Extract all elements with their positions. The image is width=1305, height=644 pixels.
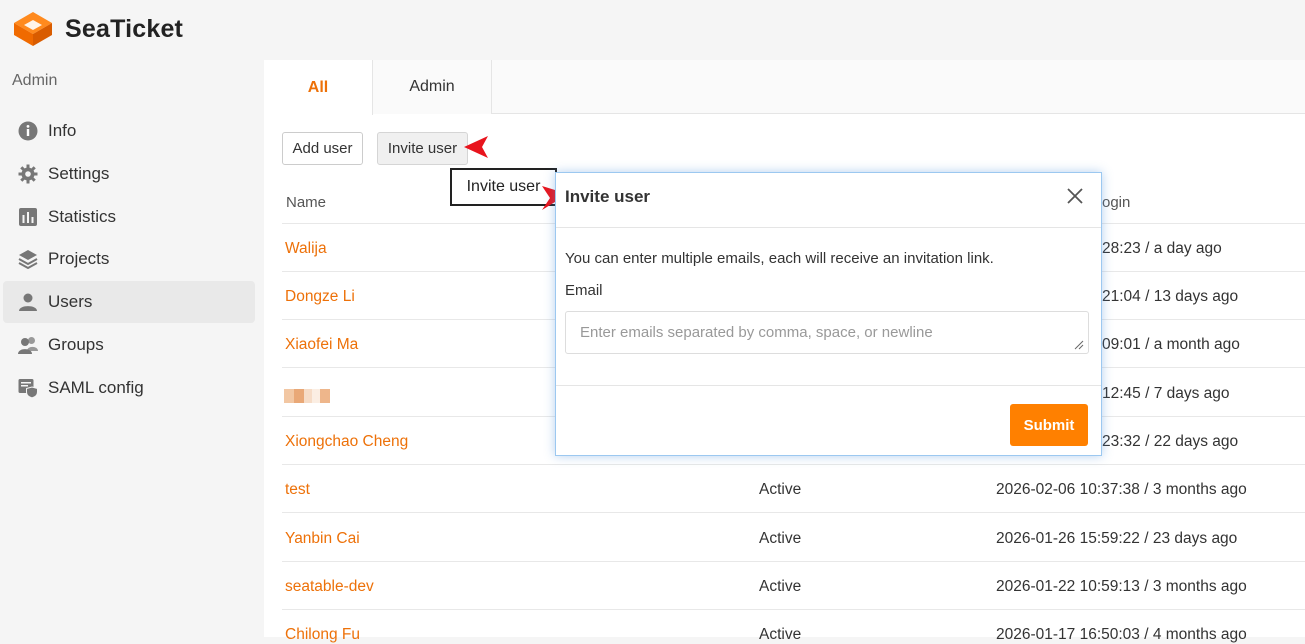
sidebar-item-label: Statistics	[48, 207, 117, 226]
last-login-cell: 12:45 / 7 days ago	[1102, 385, 1230, 402]
sidebar-item-info[interactable]: Info	[3, 110, 255, 152]
user-name-link[interactable]: Walija	[285, 240, 327, 258]
redacted-name[interactable]	[284, 389, 330, 403]
last-login-cell: 2026-01-22 10:59:13 / 3 months ago	[996, 578, 1247, 595]
user-name-link[interactable]: Chilong Fu	[285, 626, 360, 644]
last-login-cell: 2026-01-17 16:50:03 / 4 months ago	[996, 626, 1247, 643]
sidebar-item-settings[interactable]: Settings	[3, 153, 255, 195]
seaticket-logo[interactable]	[12, 10, 54, 48]
user-name-link[interactable]: Xiongchao Cheng	[285, 433, 408, 451]
sidebar-item-statistics[interactable]: Statistics	[3, 196, 255, 238]
gear-icon	[18, 164, 38, 184]
add-user-button[interactable]: Add user	[282, 132, 363, 165]
tab-all[interactable]: All	[264, 60, 373, 115]
dialog-title: Invite user	[565, 187, 651, 206]
invite-user-dialog: Invite user You can enter multiple email…	[555, 172, 1102, 456]
column-header-name[interactable]: Name	[286, 194, 326, 211]
user-name-link[interactable]: Dongze Li	[285, 288, 355, 306]
sidebar-item-groups[interactable]: Groups	[3, 324, 255, 366]
status-cell: Active	[759, 626, 802, 643]
last-login-cell: 28:23 / a day ago	[1102, 240, 1222, 257]
last-login-cell: 2026-01-26 15:59:22 / 23 days ago	[996, 530, 1238, 547]
user-name-link[interactable]: test	[285, 481, 310, 499]
annotation-arrow-icon	[464, 136, 488, 158]
layers-icon	[18, 250, 38, 269]
sidebar: Admin Info Settings Statistics Projects …	[0, 60, 264, 637]
app-header: SeaTicket	[0, 0, 1305, 60]
divider	[282, 609, 1305, 610]
divider	[282, 512, 1305, 513]
sidebar-item-label: Groups	[48, 335, 104, 354]
divider	[282, 464, 1305, 465]
sidebar-item-label: SAML config	[48, 378, 144, 397]
sidebar-item-projects[interactable]: Projects	[3, 238, 255, 280]
statistics-icon	[19, 208, 37, 226]
brand-name: SeaTicket	[65, 15, 184, 43]
close-icon[interactable]	[1064, 185, 1086, 207]
user-name-link[interactable]: seatable-dev	[285, 578, 374, 596]
divider	[282, 561, 1305, 562]
sidebar-item-saml-config[interactable]: SAML config	[3, 367, 255, 409]
sidebar-item-label: Info	[48, 121, 77, 140]
last-login-cell: 23:32 / 22 days ago	[1102, 433, 1239, 450]
sidebar-item-label: Users	[48, 292, 93, 311]
email-input[interactable]	[565, 311, 1089, 354]
divider	[556, 385, 1101, 386]
status-cell: Active	[759, 481, 802, 498]
dialog-description: You can enter multiple emails, each will…	[565, 250, 994, 267]
user-name-link[interactable]: Xiaofei Ma	[285, 336, 358, 354]
submit-button[interactable]: Submit	[1010, 404, 1088, 446]
resize-grip-icon[interactable]	[1074, 340, 1084, 350]
saml-icon	[18, 379, 38, 398]
status-cell: Active	[759, 578, 802, 595]
divider	[556, 227, 1101, 228]
tab-admin[interactable]: Admin	[373, 60, 492, 114]
invite-user-button[interactable]: Invite user	[377, 132, 468, 165]
sidebar-title: Admin	[12, 72, 58, 89]
info-icon	[18, 121, 38, 141]
email-label: Email	[565, 282, 603, 299]
sidebar-item-label: Settings	[48, 164, 110, 183]
user-name-link[interactable]: Yanbin Cai	[285, 530, 360, 548]
last-login-cell: 21:04 / 13 days ago	[1102, 288, 1239, 305]
column-header-last-login[interactable]: ogin	[1102, 194, 1130, 211]
tab-bar: All Admin	[264, 60, 1305, 115]
sidebar-item-label: Projects	[48, 249, 110, 268]
sidebar-item-users[interactable]: Users	[3, 281, 255, 323]
user-icon	[19, 293, 37, 311]
status-cell: Active	[759, 530, 802, 547]
last-login-cell: 09:01 / a month ago	[1102, 336, 1240, 353]
groups-icon	[18, 337, 38, 354]
last-login-cell: 2026-02-06 10:37:38 / 3 months ago	[996, 481, 1247, 498]
